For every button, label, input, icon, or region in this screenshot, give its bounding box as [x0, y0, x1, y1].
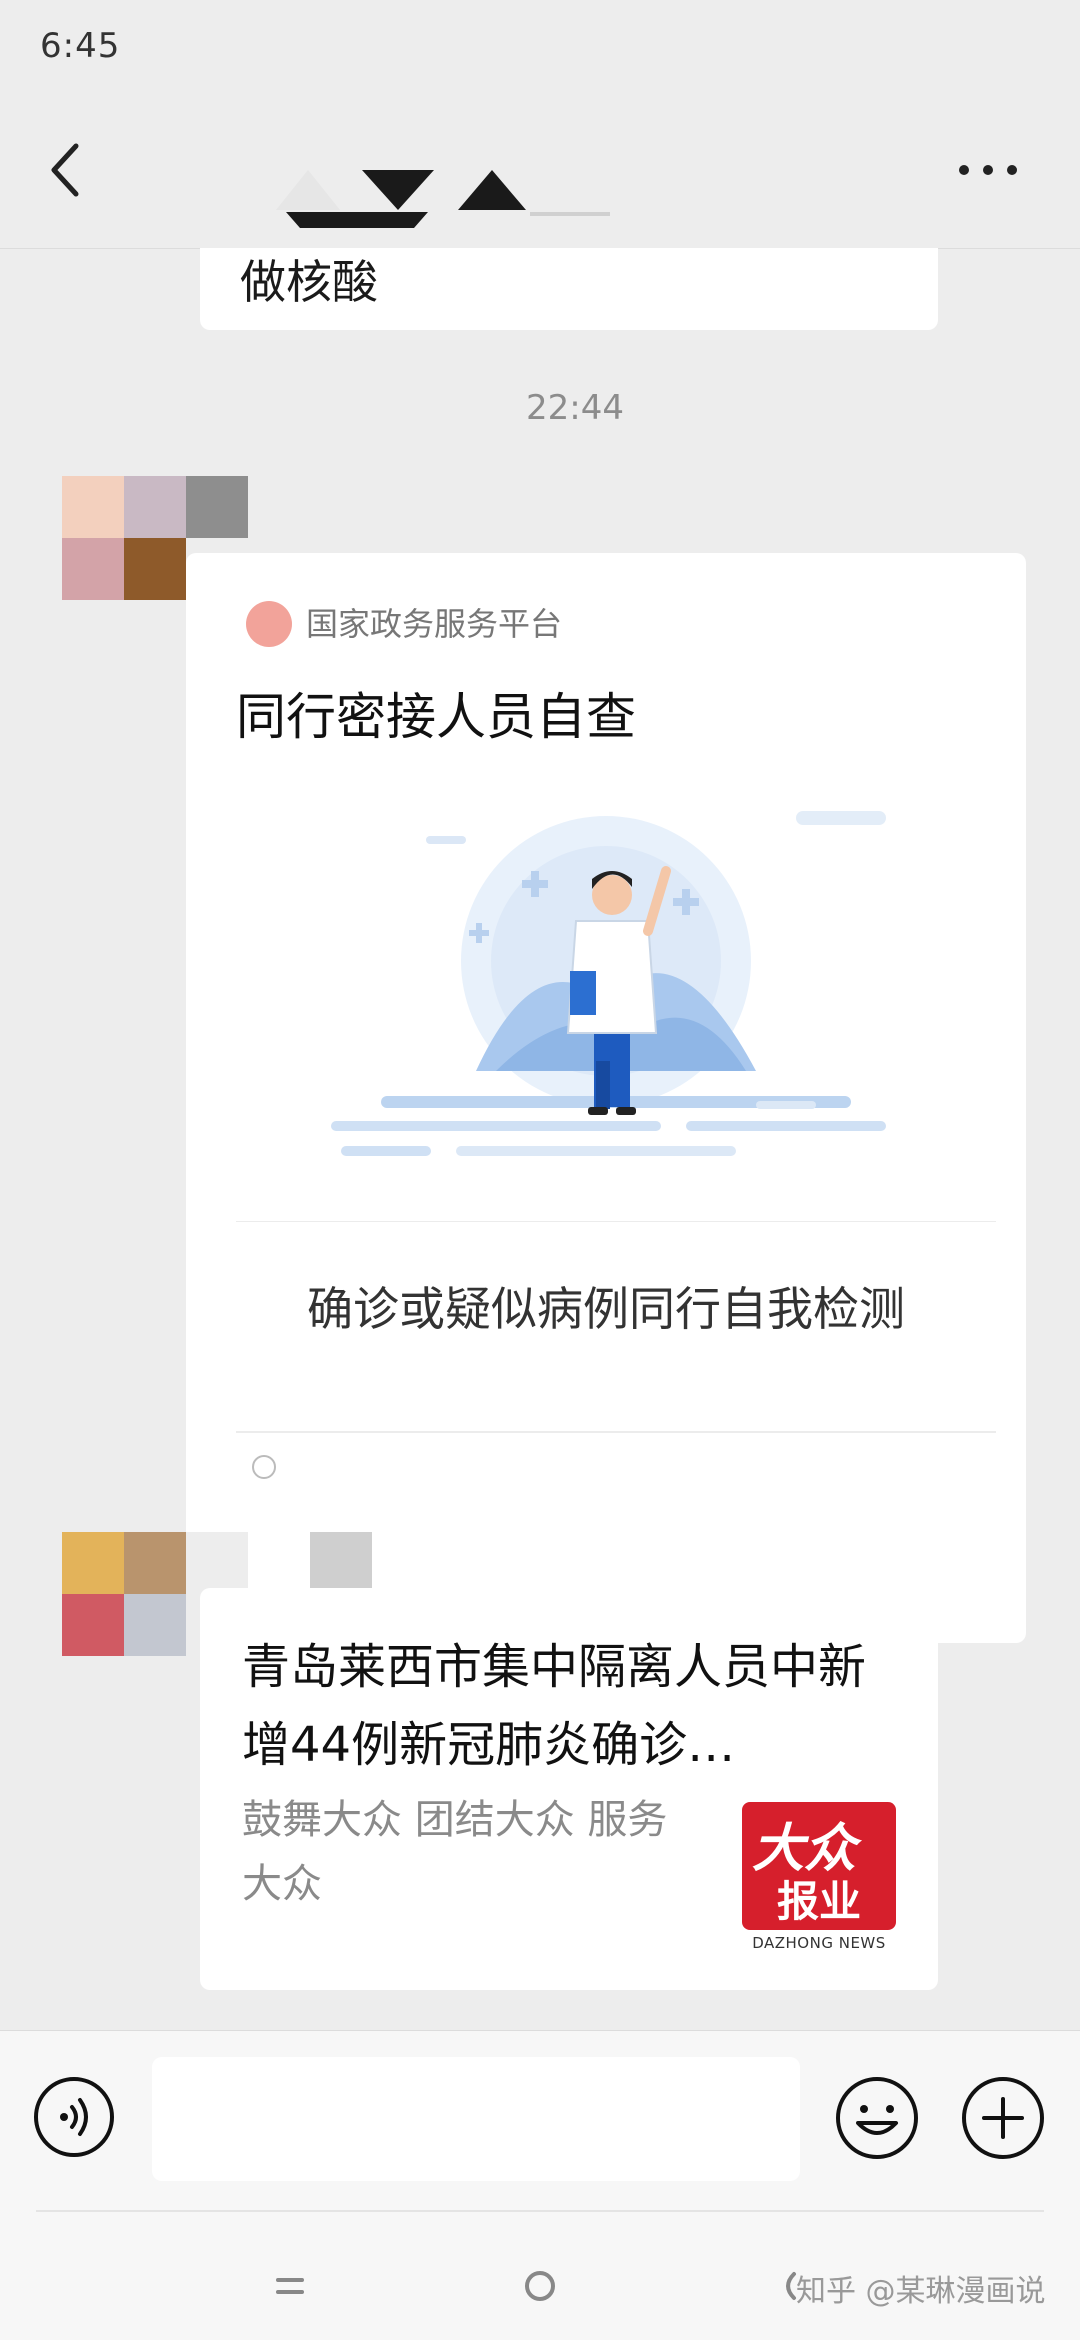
card-divider — [236, 1431, 996, 1433]
news-title: 青岛莱西市集中隔离人员中新增44例新冠肺炎确诊… — [242, 1639, 867, 1773]
more-button[interactable] — [950, 140, 1030, 200]
nav-home-button[interactable] — [520, 2266, 560, 2306]
doctor-illustration — [236, 771, 996, 1222]
news-thumb-english: DAZHONG NEWS — [752, 1934, 886, 1952]
voice-icon — [34, 2077, 114, 2157]
nav-menu-button[interactable] — [270, 2266, 310, 2306]
status-bar: 6:45 — [0, 0, 1080, 100]
timestamp-text: 22:44 — [526, 388, 624, 428]
watermark: 知乎 @某琳漫画说 — [796, 2274, 1046, 2309]
mini-program-logo-icon — [246, 601, 292, 647]
news-thumb-label: 报业 — [776, 1877, 861, 1926]
chat-input-bar — [0, 2030, 1080, 2211]
mini-program-source: 国家政务服务平台 — [306, 605, 563, 643]
mini-program-description: 确诊或疑似病例同行自我检测 — [307, 1282, 905, 1336]
divider — [36, 2210, 1044, 2212]
mini-program-card[interactable]: 国家政务服务平台 同行密接人员自查 确诊或疑似病例同行自我检测 — [186, 553, 1026, 1643]
add-button[interactable] — [960, 2075, 1046, 2161]
status-time: 6:45 — [40, 26, 121, 66]
more-icon — [959, 165, 1017, 175]
message-input[interactable] — [152, 2057, 800, 2181]
mini-program-footer-icon — [252, 1455, 276, 1479]
plus-icon — [962, 2077, 1044, 2159]
chat-header — [0, 100, 1080, 249]
back-button[interactable] — [30, 130, 110, 210]
news-thumbnail: 大众 报业 DAZHONG NEWS — [736, 1796, 902, 1962]
news-description: 鼓舞大众 团结大众 服务大众 — [242, 1797, 668, 1907]
message-list[interactable]: 做核酸 22:44 国家政务服务平台 同行密接人员自查 确诊或疑似病例同行自我检… — [0, 248, 1080, 2030]
message-timestamp: 22:44 — [0, 388, 1080, 428]
avatar-fragment — [310, 1532, 372, 1594]
mini-program-title: 同行密接人员自查 — [236, 688, 636, 746]
emoji-icon — [836, 2077, 918, 2159]
emoji-button[interactable] — [834, 2075, 920, 2161]
nav-home-icon — [525, 2271, 555, 2301]
dazhong-logo-icon: 大众 报业 — [742, 1802, 896, 1930]
news-article-card[interactable]: 青岛莱西市集中隔离人员中新增44例新冠肺炎确诊… 鼓舞大众 团结大众 服务大众 … — [200, 1588, 938, 1990]
message-text: 做核酸 — [240, 255, 378, 309]
voice-button[interactable] — [32, 2075, 116, 2159]
system-navigation-bar: 知乎 @某琳漫画说 — [0, 2210, 1080, 2340]
back-arrow-icon — [51, 143, 79, 197]
nav-menu-icon — [276, 2278, 304, 2294]
message-bubble-text[interactable]: 做核酸 — [200, 248, 938, 330]
